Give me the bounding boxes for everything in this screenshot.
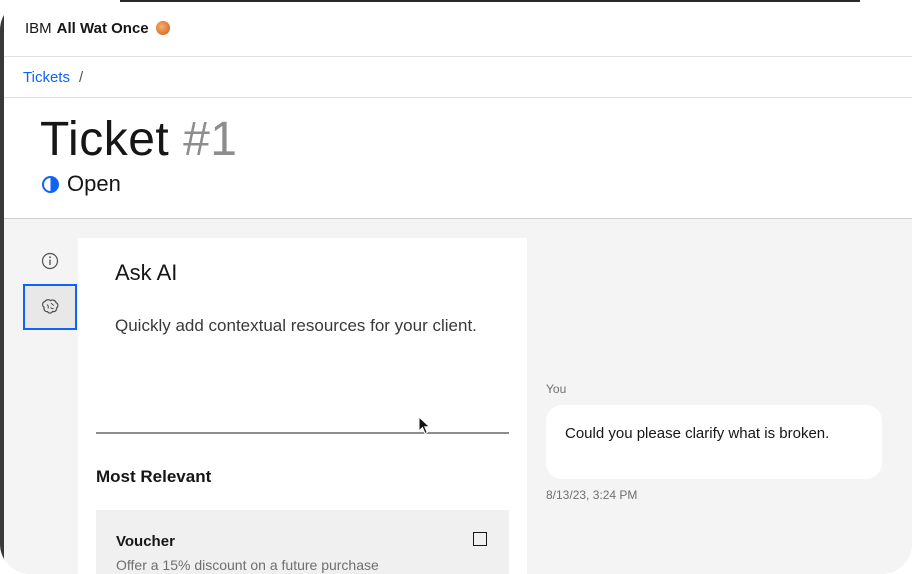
ticket-content: Ask AI Quickly add contextual resources …	[0, 219, 912, 574]
app-header: IBM All Wat Once	[0, 0, 912, 57]
ask-ai-panel: Ask AI Quickly add contextual resources …	[78, 238, 527, 574]
ticket-status: Open	[42, 171, 121, 197]
resource-card-voucher[interactable]: Voucher Offer a 15% discount on a future…	[96, 510, 509, 574]
chat-message-bubble: Could you please clarify what is broken.	[546, 405, 882, 479]
brand-logo-icon	[155, 21, 170, 35]
ask-ai-tab-button[interactable]	[23, 284, 77, 330]
window-top-edge	[120, 0, 860, 2]
information-icon	[41, 252, 59, 270]
panel-description: Quickly add contextual resources for you…	[115, 316, 477, 335]
section-title: Most Relevant	[96, 467, 212, 486]
resource-card-title: Voucher	[116, 533, 175, 550]
half-circle-status-icon	[42, 175, 59, 193]
resource-card-description: Offer a 15% discount on a future purchas…	[116, 557, 379, 573]
mouse-cursor-icon	[418, 416, 431, 435]
ai-brain-icon	[42, 299, 59, 314]
page-title: Ticket #1	[40, 112, 237, 167]
status-label: Open	[67, 171, 121, 196]
resource-card-checkbox[interactable]	[473, 532, 487, 546]
ticket-number: #1	[183, 113, 238, 166]
breadcrumb: Tickets /	[0, 57, 912, 98]
chat-message-timestamp: 8/13/23, 3:24 PM	[546, 488, 638, 502]
page-title-word: Ticket	[40, 113, 170, 166]
brand-prefix: IBM	[25, 19, 52, 37]
breadcrumb-link-tickets[interactable]: Tickets	[23, 69, 70, 86]
brand-name: All Wat Once	[56, 19, 149, 37]
side-rail	[23, 238, 78, 574]
app-brand[interactable]: IBM All Wat Once	[25, 20, 170, 37]
ticket-header: Ticket #1 Open	[0, 98, 912, 219]
chat-message-author: You	[546, 382, 567, 396]
app-window: IBM All Wat Once Tickets / Ticket #1 Ope…	[0, 0, 912, 574]
ask-ai-input-underline[interactable]	[96, 432, 509, 434]
breadcrumb-separator: /	[78, 68, 84, 86]
panel-title: Ask AI	[115, 260, 178, 285]
info-tab-button[interactable]	[23, 238, 77, 284]
